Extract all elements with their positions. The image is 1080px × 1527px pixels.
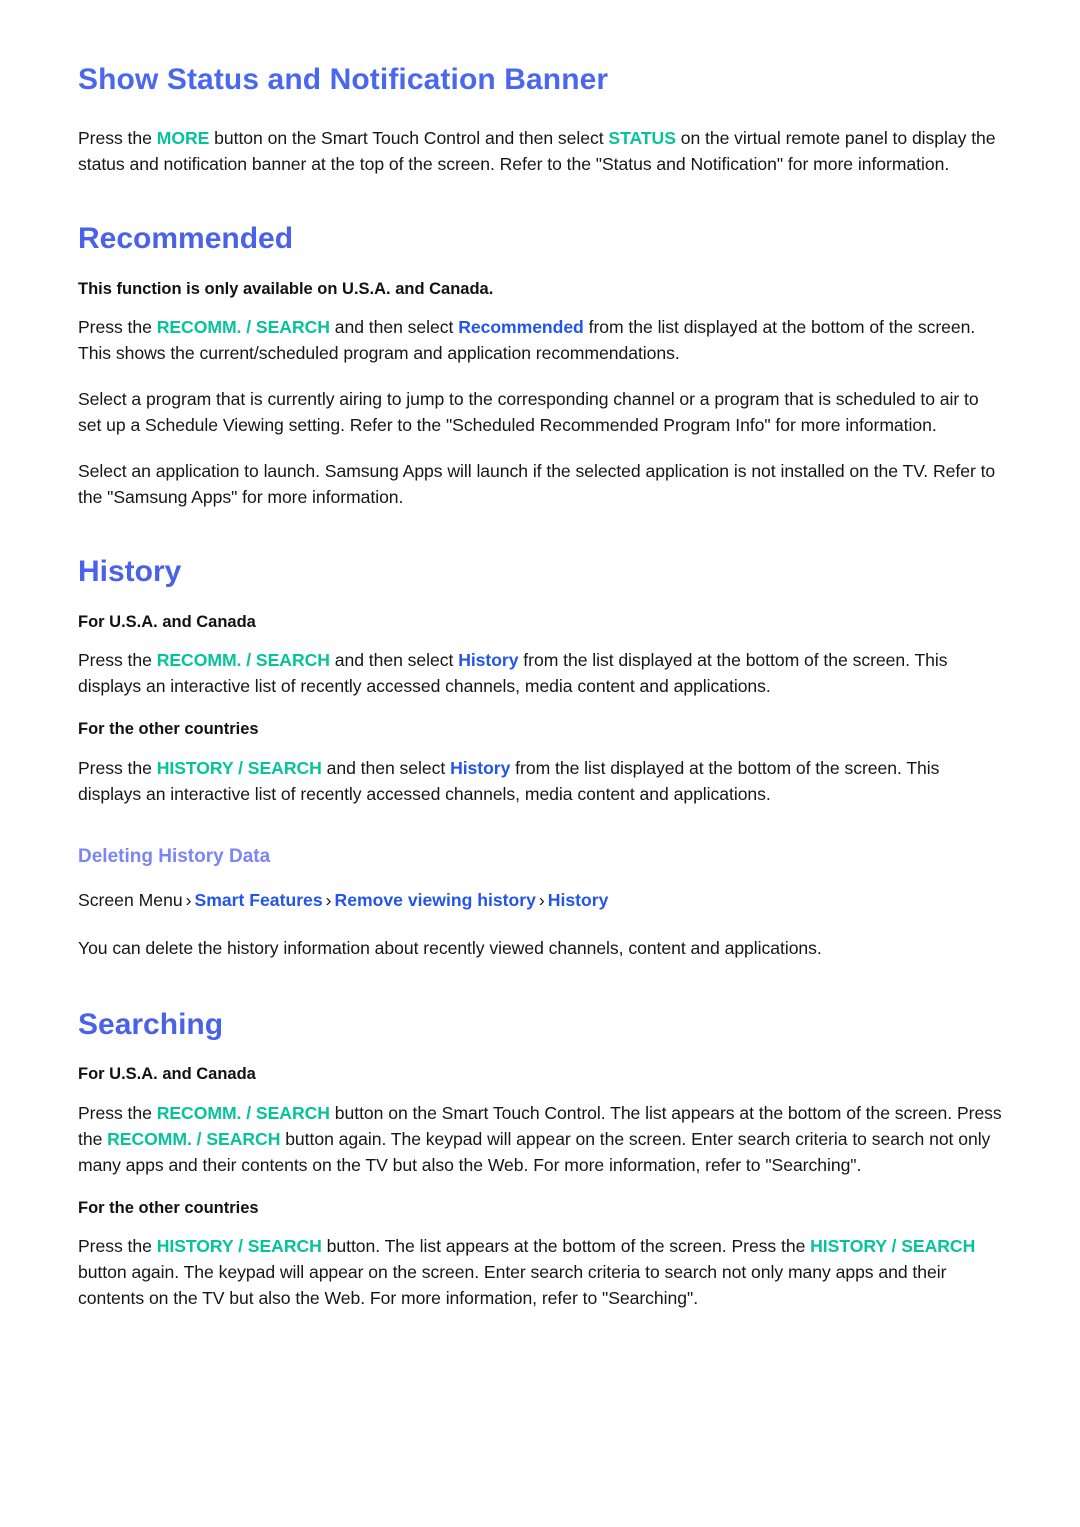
- breadcrumb-root: Screen Menu: [78, 889, 183, 910]
- text-fragment: Press the: [78, 757, 157, 778]
- link-history[interactable]: History: [458, 650, 518, 670]
- key-more: MORE: [156, 128, 210, 149]
- note-availability-recommended: This function is only available on U.S.A…: [78, 279, 494, 298]
- paragraph-history-usa: Press the RECOMM. / SEARCH and then sele…: [78, 647, 1002, 699]
- label-history-other-countries: For the other countries: [78, 720, 259, 739]
- text-fragment: button on the Smart Touch Control and th…: [209, 128, 609, 149]
- breadcrumb-item-history[interactable]: History: [548, 890, 609, 910]
- key-history-search: HISTORY / SEARCH: [810, 1236, 976, 1257]
- label-searching-usa-canada: For U.S.A. and Canada: [78, 1065, 256, 1084]
- link-recommended[interactable]: Recommended: [458, 317, 584, 337]
- paragraph-recommended-2: Select a program that is currently airin…: [78, 389, 979, 436]
- chevron-right-icon: ›: [538, 889, 545, 910]
- key-recomm-search: RECOMM. / SEARCH: [107, 1128, 281, 1149]
- text-fragment: button. The list appears at the bottom o…: [321, 1236, 811, 1257]
- breadcrumb: Screen Menu › Smart Features › Remove viewin…: [78, 887, 1002, 913]
- text-fragment: and then select: [321, 757, 451, 778]
- subsection-heading-deleting-history-data: Deleting History Data: [78, 845, 271, 867]
- paragraph-searching-usa: Press the RECOMM. / SEARCH button on the…: [78, 1100, 1002, 1178]
- breadcrumb-item-remove-viewing-history[interactable]: Remove viewing history: [334, 890, 535, 910]
- link-history[interactable]: History: [450, 758, 510, 778]
- key-status: STATUS: [608, 128, 676, 149]
- chevron-right-icon: ›: [325, 889, 332, 910]
- page-title-status-banner: Show Status and Notification Banner: [78, 63, 609, 96]
- text-fragment: and then select: [329, 317, 459, 338]
- text-fragment: button again. The keypad will appear on …: [78, 1262, 947, 1309]
- key-recomm-search: RECOMM. / SEARCH: [156, 650, 330, 671]
- breadcrumb-item-smart-features[interactable]: Smart Features: [195, 890, 323, 910]
- paragraph-history-other: Press the HISTORY / SEARCH and then sele…: [78, 755, 1002, 807]
- paragraph-status-banner: Press the MORE button on the Smart Touch…: [78, 125, 1002, 177]
- paragraph-recommended-1: Press the RECOMM. / SEARCH and then sele…: [78, 314, 1002, 366]
- document-page: Show Status and Notification Banner Pres…: [0, 0, 1080, 1527]
- text-fragment: Press the: [78, 1102, 157, 1123]
- section-heading-history: History: [78, 555, 182, 589]
- key-history-search: HISTORY / SEARCH: [156, 1236, 322, 1257]
- text-fragment: Press the: [78, 650, 157, 671]
- text-fragment: Press the: [78, 128, 157, 149]
- text-fragment: Press the: [78, 1236, 157, 1257]
- key-history-search: HISTORY / SEARCH: [156, 757, 322, 778]
- key-recomm-search: RECOMM. / SEARCH: [156, 1102, 330, 1123]
- label-searching-other-countries: For the other countries: [78, 1198, 259, 1217]
- text-fragment: and then select: [329, 650, 459, 671]
- paragraph-recommended-3: Select an application to launch. Samsung…: [78, 461, 996, 508]
- text-fragment: Press the: [78, 317, 157, 338]
- key-recomm-search: RECOMM. / SEARCH: [156, 317, 330, 338]
- chevron-right-icon: ›: [185, 889, 192, 910]
- paragraph-searching-other: Press the HISTORY / SEARCH button. The l…: [78, 1233, 1002, 1311]
- paragraph-deleting-history-data: You can delete the history information a…: [78, 937, 822, 958]
- section-heading-searching: Searching: [78, 1007, 224, 1041]
- section-heading-recommended: Recommended: [78, 222, 294, 256]
- label-history-usa-canada: For U.S.A. and Canada: [78, 612, 256, 631]
